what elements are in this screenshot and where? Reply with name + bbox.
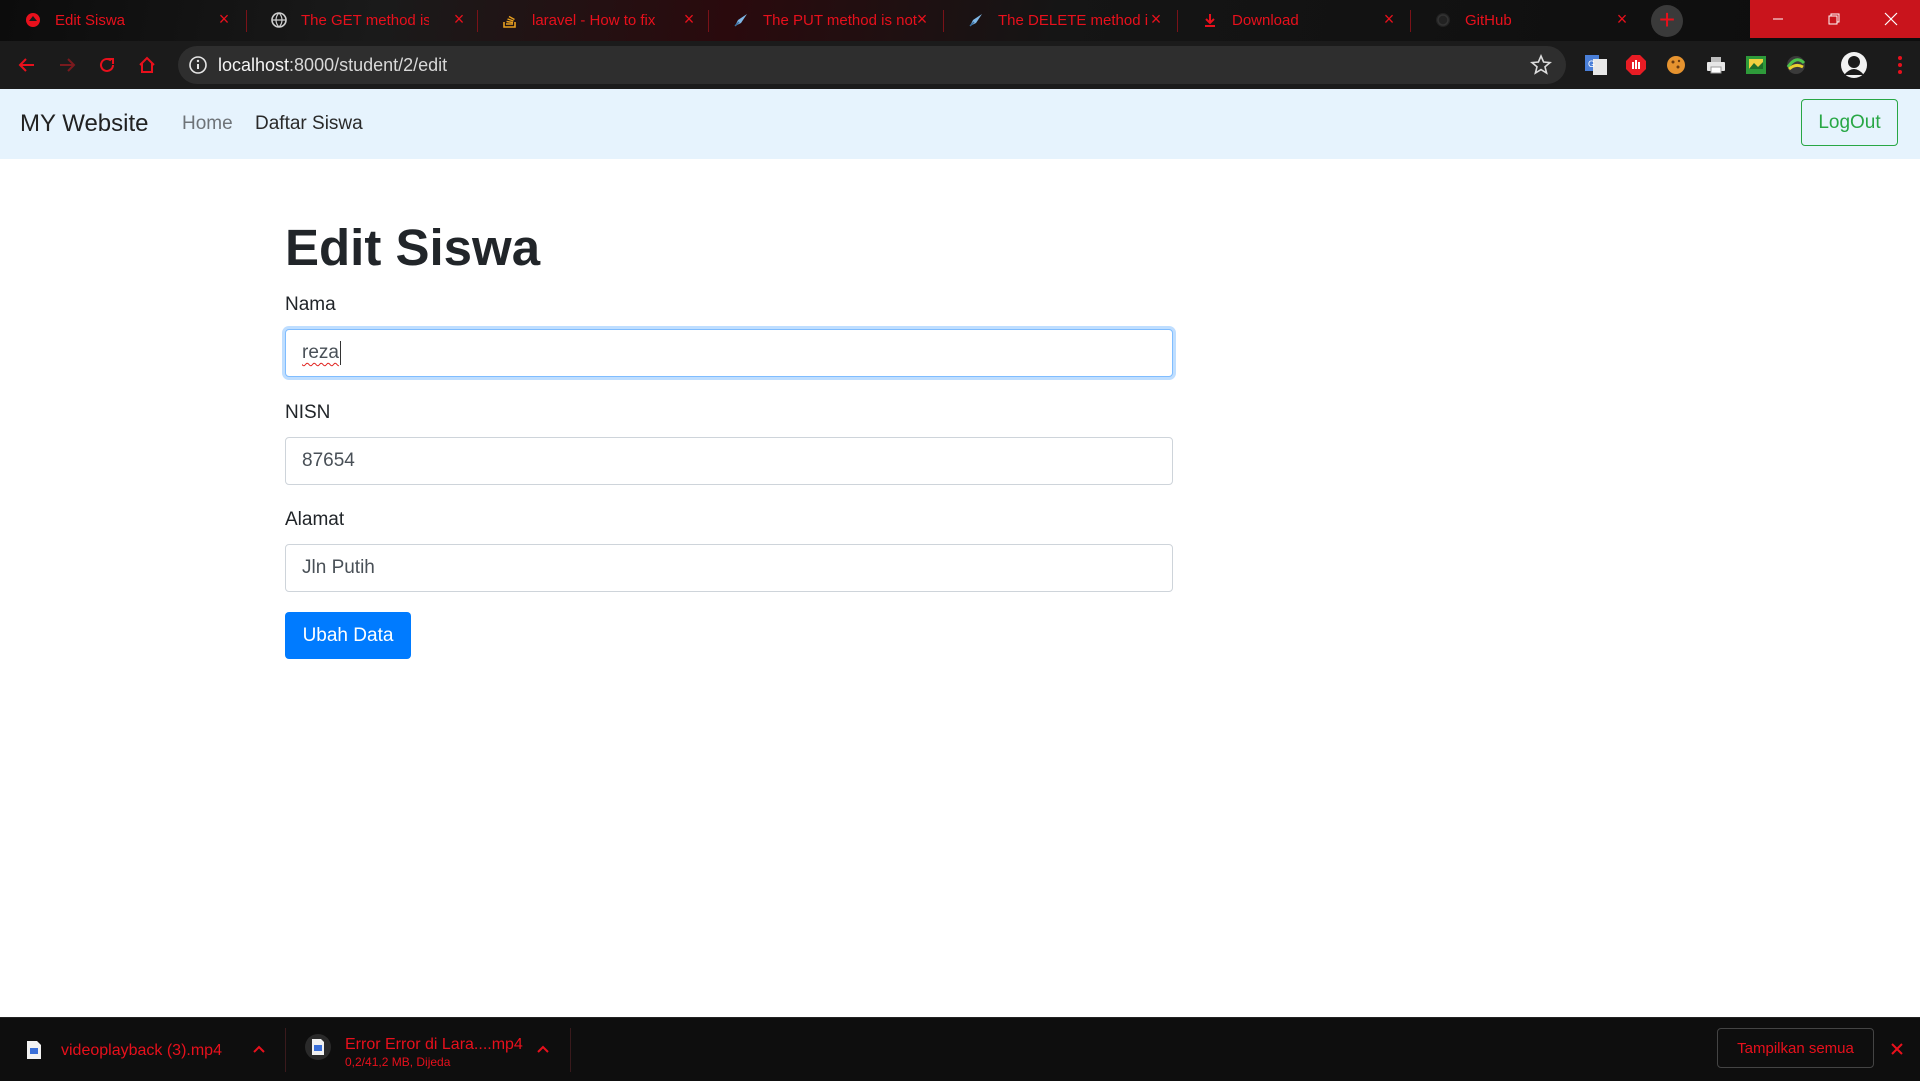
logout-button[interactable]: LogOut bbox=[1801, 99, 1898, 146]
restore-icon bbox=[1828, 13, 1840, 25]
reload-icon bbox=[100, 57, 114, 72]
download-icon bbox=[1205, 14, 1215, 27]
rocket-icon bbox=[734, 14, 747, 27]
info-icon[interactable] bbox=[188, 55, 208, 75]
file-icon bbox=[305, 1034, 331, 1060]
arrow-left-icon bbox=[18, 58, 34, 72]
close-icon[interactable]: × bbox=[1148, 10, 1164, 28]
nav-link-home[interactable]: Home bbox=[182, 113, 233, 135]
tab-title: Download bbox=[1232, 12, 1299, 29]
site-navbar: MY Website Home Daftar Siswa LogOut bbox=[0, 89, 1920, 159]
chevron-up-icon[interactable] bbox=[536, 1042, 550, 1056]
site-brand[interactable]: MY Website bbox=[20, 110, 149, 138]
address-url: localhost:8000/student/2/edit bbox=[218, 55, 447, 76]
color-picker-icon[interactable] bbox=[1784, 53, 1808, 77]
text-caret bbox=[339, 341, 341, 365]
printer-icon[interactable] bbox=[1704, 53, 1728, 77]
alamat-value: Jln Putih bbox=[302, 557, 375, 578]
tab-title: The PUT method is not bbox=[763, 12, 917, 29]
alamat-input[interactable]: Jln Putih bbox=[285, 544, 1173, 592]
back-button[interactable] bbox=[12, 50, 42, 80]
alamat-label: Alamat bbox=[285, 509, 345, 530]
close-icon[interactable]: × bbox=[681, 10, 697, 28]
forward-button[interactable] bbox=[52, 50, 82, 80]
tab-download[interactable]: Download × bbox=[1177, 0, 1409, 41]
tab-laravel-how-to-fix[interactable]: laravel - How to fix "Th × bbox=[477, 0, 707, 41]
show-all-downloads-button[interactable]: Tampilkan semua bbox=[1717, 1028, 1874, 1068]
close-icon[interactable]: × bbox=[451, 10, 467, 28]
nisn-input[interactable]: 87654 bbox=[285, 437, 1173, 485]
address-path: :8000/student/2/edit bbox=[289, 55, 448, 75]
window-close-button[interactable] bbox=[1862, 0, 1920, 38]
nav-link-daftar-siswa[interactable]: Daftar Siswa bbox=[255, 113, 363, 135]
restore-button[interactable] bbox=[1806, 0, 1862, 38]
stackoverflow-icon bbox=[503, 15, 516, 28]
close-icon[interactable] bbox=[1890, 1042, 1904, 1056]
home-icon bbox=[139, 56, 155, 73]
nisn-label: NISN bbox=[285, 402, 331, 423]
address-bar[interactable]: localhost:8000/student/2/edit bbox=[178, 46, 1566, 84]
tab-title: GitHub bbox=[1465, 12, 1512, 29]
rocket-icon bbox=[969, 14, 982, 27]
arrow-right-icon bbox=[60, 58, 76, 72]
reload-button[interactable] bbox=[92, 50, 122, 80]
menu-dots-icon[interactable] bbox=[1888, 53, 1912, 77]
new-tab-button[interactable]: + bbox=[1651, 5, 1683, 37]
profile-avatar-icon[interactable] bbox=[1840, 51, 1868, 79]
address-host: localhost bbox=[218, 55, 290, 75]
tab-put-method[interactable]: The PUT method is not × bbox=[708, 0, 942, 41]
nama-input[interactable]: reza bbox=[285, 329, 1173, 377]
tab-github[interactable]: GitHub × bbox=[1410, 0, 1642, 41]
download-shelf: videoplayback (3).mp4 Error Error di Lar… bbox=[0, 1017, 1920, 1081]
file-icon bbox=[27, 1041, 41, 1059]
nama-label: Nama bbox=[285, 294, 336, 315]
laravel-icon bbox=[26, 13, 40, 27]
tab-title: The GET method is bbox=[301, 12, 429, 29]
star-icon[interactable] bbox=[1530, 54, 1552, 76]
download-filename: videoplayback (3).mp4 bbox=[61, 1042, 222, 1059]
adblock-icon[interactable] bbox=[1624, 53, 1648, 77]
ubah-data-button[interactable]: Ubah Data bbox=[285, 612, 411, 659]
page-title: Edit Siswa bbox=[285, 219, 541, 276]
nisn-value: 87654 bbox=[302, 450, 355, 471]
tab-strip: Edit Siswa × The GET method is × laravel… bbox=[0, 0, 1920, 41]
tab-title: laravel - How to fix "Th bbox=[532, 12, 660, 29]
tab-edit-siswa[interactable]: Edit Siswa × bbox=[0, 0, 245, 41]
image-extension-icon[interactable] bbox=[1744, 53, 1768, 77]
tab-title: The DELETE method is bbox=[998, 12, 1148, 29]
download-filename: Error Error di Lara....mp4 bbox=[345, 1036, 523, 1053]
browser-toolbar: localhost:8000/student/2/edit G bbox=[0, 41, 1920, 89]
nama-value: reza bbox=[302, 342, 339, 363]
tab-delete-method[interactable]: The DELETE method is × bbox=[943, 0, 1176, 41]
svg-text:G: G bbox=[1588, 59, 1595, 69]
home-button[interactable] bbox=[132, 50, 162, 80]
tab-title: Edit Siswa bbox=[55, 12, 126, 29]
globe-icon bbox=[271, 12, 287, 28]
chevron-up-icon[interactable] bbox=[252, 1042, 266, 1056]
download-status: 0,2/41,2 MB, Dijeda bbox=[345, 1055, 451, 1069]
github-icon bbox=[1436, 13, 1450, 27]
close-icon[interactable]: × bbox=[216, 10, 232, 28]
close-icon[interactable]: × bbox=[914, 10, 930, 28]
close-icon[interactable]: × bbox=[1381, 10, 1397, 28]
close-icon bbox=[1884, 12, 1898, 26]
google-translate-icon[interactable]: G bbox=[1584, 53, 1608, 77]
minimize-button[interactable] bbox=[1750, 0, 1806, 38]
minimize-icon bbox=[1773, 18, 1783, 20]
cookie-icon[interactable] bbox=[1664, 53, 1688, 77]
close-icon[interactable]: × bbox=[1614, 10, 1630, 28]
tab-get-method[interactable]: The GET method is × bbox=[246, 0, 476, 41]
